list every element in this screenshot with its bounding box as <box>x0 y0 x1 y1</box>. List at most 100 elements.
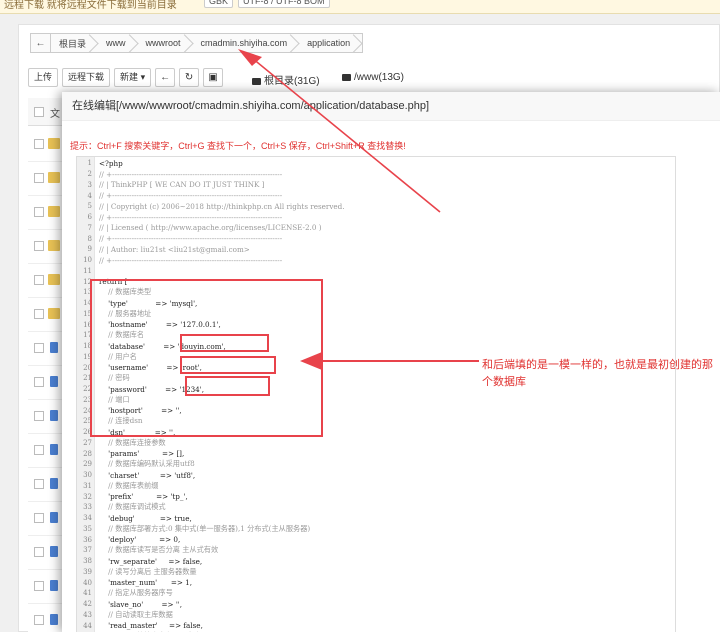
code-line[interactable]: 38 'rw_separate' => false, <box>77 556 675 567</box>
row-checkbox[interactable] <box>34 581 44 591</box>
code-line[interactable]: 5 // | Copyright (c) 2006~2018 http://thi… <box>77 201 675 212</box>
code-line[interactable]: 28 'params' => [], <box>77 448 675 459</box>
line-number: 4 <box>87 191 92 200</box>
code-line[interactable]: 41 // 指定从服务器序号 <box>77 588 675 599</box>
file-list-row[interactable] <box>28 604 62 632</box>
file-list-row[interactable] <box>28 128 62 162</box>
row-checkbox[interactable] <box>34 241 44 251</box>
encoding-utf8-button[interactable]: UTF-8 / UTF-8 BOM <box>238 0 330 8</box>
code-line[interactable]: 35 // 数据库部署方式:0 集中式(单一服务器),1 分布式(主从服务器) <box>77 524 675 535</box>
row-checkbox[interactable] <box>34 309 44 319</box>
disk-root[interactable]: 根目录(31G) <box>252 72 320 87</box>
annotation-note: 和后端填的是一模一样的，也就是最初创建的那个数据库 <box>482 359 713 388</box>
code-line[interactable]: 39 // 读写分离后 主服务器数量 <box>77 567 675 578</box>
code-line[interactable]: 33 // 数据库调试模式 <box>77 502 675 513</box>
file-toolbar: 上传 远程下载 新建 ▾ ← ↻ ▣ <box>28 68 224 87</box>
line-text: 'charset' => 'utf8', <box>99 470 196 480</box>
line-text: // 数据库连接参数 <box>99 437 166 447</box>
line-text: // 数据库表前缀 <box>99 480 159 490</box>
breadcrumb-site[interactable]: cmadmin.shiyiha.com <box>193 34 300 52</box>
file-list-row[interactable] <box>28 196 62 230</box>
code-line[interactable]: 11 <box>77 266 675 277</box>
code-line[interactable]: 10 // +----------------------------------… <box>77 255 675 266</box>
line-number: 33 <box>83 503 92 512</box>
line-number: 37 <box>83 546 92 555</box>
terminal-icon[interactable]: ▣ <box>203 68 224 87</box>
file-list-row[interactable] <box>28 468 62 502</box>
line-text: 'master_num' => 1, <box>99 578 193 588</box>
file-list-row[interactable] <box>28 332 62 366</box>
file-list-row[interactable] <box>28 434 62 468</box>
code-line[interactable]: 1 <?php <box>77 158 675 169</box>
disk-www[interactable]: /www(13G) <box>342 72 404 83</box>
code-line[interactable]: 43 // 自动读取主库数据 <box>77 610 675 621</box>
code-line[interactable]: 7 // | Licensed ( http://www.apache.org/l… <box>77 223 675 234</box>
refresh-icon[interactable]: ↻ <box>179 68 200 87</box>
code-line[interactable]: 4 // +-----------------------------------… <box>77 190 675 201</box>
code-line[interactable]: 2 // +-----------------------------------… <box>77 169 675 180</box>
line-number: 44 <box>83 621 92 630</box>
new-button[interactable]: 新建 ▾ <box>114 68 152 87</box>
encoding-gbk-button[interactable]: GBK <box>204 0 234 8</box>
code-line[interactable]: 31 // 数据库表前缀 <box>77 481 675 492</box>
file-list-row[interactable] <box>28 298 62 332</box>
line-text: 'deploy' => 0, <box>99 535 181 545</box>
row-checkbox[interactable] <box>34 207 44 217</box>
line-number: 7 <box>87 223 92 232</box>
line-text: // +------------------------------------… <box>99 169 283 179</box>
code-line[interactable]: 32 'prefix' => 'tp_', <box>77 491 675 502</box>
breadcrumb: ← 根目录 www wwwroot cmadmin.shiyiha.com ap… <box>30 33 364 53</box>
row-checkbox[interactable] <box>34 411 44 421</box>
file-list-row[interactable] <box>28 400 62 434</box>
code-line[interactable]: 29 // 数据库编码默认采用utf8 <box>77 459 675 470</box>
file-list-row[interactable] <box>28 502 62 536</box>
code-line[interactable]: 6 // +-----------------------------------… <box>77 212 675 223</box>
code-line[interactable]: 9 // | Author: liu21st <liu21st@gmail.com… <box>77 244 675 255</box>
code-line[interactable]: 44 'read_master' => false, <box>77 620 675 631</box>
file-icon <box>50 478 58 489</box>
file-list-row[interactable] <box>28 162 62 196</box>
select-all-checkbox[interactable] <box>34 107 44 117</box>
file-list-row[interactable] <box>28 536 62 570</box>
code-line[interactable]: 30 'charset' => 'utf8', <box>77 470 675 481</box>
row-checkbox[interactable] <box>34 445 44 455</box>
line-number: 32 <box>83 492 92 501</box>
code-line[interactable]: 27 // 数据库连接参数 <box>77 438 675 449</box>
line-text: 'read_master' => false, <box>99 621 203 631</box>
row-checkbox[interactable] <box>34 343 44 353</box>
row-checkbox[interactable] <box>34 615 44 625</box>
code-line[interactable]: 40 'master_num' => 1, <box>77 577 675 588</box>
line-number: 11 <box>83 266 92 275</box>
file-icon <box>50 342 58 353</box>
breadcrumb-root[interactable]: 根目录 <box>51 34 98 52</box>
arrow-left-icon[interactable]: ← <box>31 34 51 52</box>
breadcrumb-wwwroot[interactable]: wwwroot <box>138 34 193 52</box>
code-line[interactable]: 3 // | ThinkPHP [ WE CAN DO IT JUST THINK… <box>77 180 675 191</box>
code-line[interactable]: 34 'debug' => true, <box>77 513 675 524</box>
row-checkbox[interactable] <box>34 479 44 489</box>
breadcrumb-application[interactable]: application <box>299 34 362 52</box>
back-arrow-icon[interactable]: ← <box>155 68 176 87</box>
remote-download-button[interactable]: 远程下载 <box>62 68 111 87</box>
row-checkbox[interactable] <box>34 377 44 387</box>
code-line[interactable]: 37 // 数据库读写是否分离 主从式有效 <box>77 545 675 556</box>
disk-root-label: 根目录(31G) <box>264 76 320 87</box>
row-checkbox[interactable] <box>34 275 44 285</box>
line-text: // | Copyright (c) 2006~2018 http://thin… <box>99 201 345 211</box>
row-checkbox[interactable] <box>34 547 44 557</box>
file-list-row[interactable] <box>28 570 62 604</box>
row-checkbox[interactable] <box>34 513 44 523</box>
file-list-row[interactable] <box>28 230 62 264</box>
row-checkbox[interactable] <box>34 139 44 149</box>
code-line[interactable]: 42 'slave_no' => '', <box>77 599 675 610</box>
code-line[interactable]: 8 // +-----------------------------------… <box>77 233 675 244</box>
row-checkbox[interactable] <box>34 173 44 183</box>
editor-shortcut-tip: 提示：Ctrl+F 搜索关键字，Ctrl+G 查找下一个，Ctrl+S 保存，C… <box>70 141 406 151</box>
upload-button[interactable]: 上传 <box>28 68 59 87</box>
folder-icon <box>48 240 60 251</box>
file-list-row[interactable] <box>28 264 62 298</box>
line-number: 27 <box>83 438 92 447</box>
code-line[interactable]: 36 'deploy' => 0, <box>77 534 675 545</box>
file-list-row[interactable] <box>28 366 62 400</box>
breadcrumb-www[interactable]: www <box>98 34 138 52</box>
